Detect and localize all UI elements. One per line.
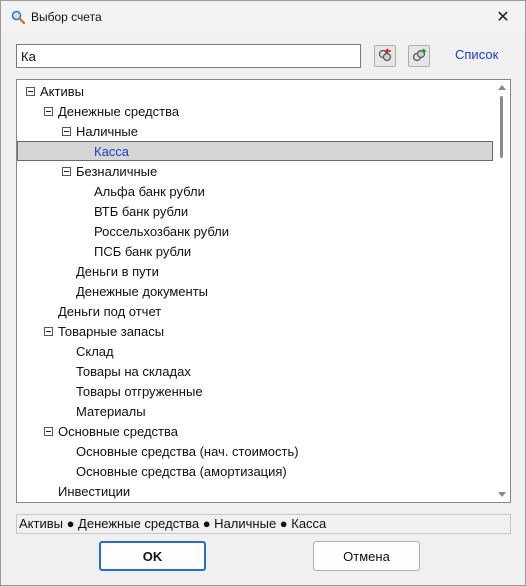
account-tree: Активы Денежные средства Наличные Касса Безн… — [16, 79, 511, 503]
scroll-thumb[interactable] — [500, 96, 503, 158]
tree-item[interactable]: Деньги под отчет — [17, 302, 493, 322]
tree-item-label: Россельхозбанк рубли — [94, 224, 230, 239]
tree-item[interactable]: Основные средства — [17, 422, 493, 442]
magnifier-icon — [11, 10, 26, 25]
tree-item[interactable]: Склад — [17, 342, 493, 362]
selected-path: Активы ● Денежные средства ● Наличные ● … — [16, 514, 511, 534]
find-previous-button[interactable] — [374, 45, 396, 67]
scroll-down-arrow-icon[interactable] — [498, 492, 506, 497]
tree-item[interactable]: ВТБ банк рубли — [17, 202, 493, 222]
tree-item-label: Основные средства (амортизация) — [76, 464, 287, 479]
tree-item[interactable]: Активы — [17, 82, 493, 102]
tree-item-label: Склад — [76, 344, 114, 359]
tree-item[interactable]: Наличные — [17, 122, 493, 142]
tree-item[interactable]: Безналичные — [17, 162, 493, 182]
tree-item[interactable]: Касса — [17, 141, 493, 161]
tree-item-label: Безналичные — [76, 164, 158, 179]
tree-item[interactable]: Россельхозбанк рубли — [17, 222, 493, 242]
tree-item[interactable]: Основные средства (амортизация) — [17, 462, 493, 482]
collapse-toggle-icon[interactable] — [62, 127, 71, 136]
tree-item-label: ПСБ банк рубли — [94, 244, 192, 259]
tree-item[interactable]: Денежные документы — [17, 282, 493, 302]
tree-item-label: Касса — [94, 144, 130, 159]
collapse-toggle-icon[interactable] — [44, 107, 53, 116]
tree-item[interactable]: Альфа банк рубли — [17, 182, 493, 202]
cancel-button[interactable]: Отмена — [313, 541, 420, 571]
tree-item[interactable]: Деньги в пути — [17, 262, 493, 282]
tree-item[interactable]: Денежные средства — [17, 102, 493, 122]
close-button[interactable]: ✕ — [481, 1, 525, 32]
tree-item-label: Денежные средства — [58, 104, 180, 119]
tree-item-label: Товарные запасы — [58, 324, 165, 339]
tree-item[interactable]: Товары на складах — [17, 362, 493, 382]
account-picker-dialog: Выбор счета ✕ Список Активы Денежные сред… — [0, 0, 526, 586]
tree-item-label: Основные средства — [58, 424, 178, 439]
list-link[interactable]: Список — [455, 47, 498, 62]
scroll-up-arrow-icon[interactable] — [498, 85, 506, 90]
find-previous-icon — [377, 47, 393, 66]
collapse-toggle-icon[interactable] — [44, 327, 53, 336]
close-icon: ✕ — [496, 8, 510, 26]
tree-item-label: Товары на складах — [76, 364, 191, 379]
title-bar: Выбор счета ✕ — [1, 1, 525, 32]
tree-item[interactable]: Инвестиции — [17, 482, 493, 502]
ok-button[interactable]: OK — [99, 541, 206, 571]
vertical-scrollbar[interactable] — [494, 80, 510, 502]
tree-item-label: Активы — [40, 84, 84, 99]
tree-item[interactable]: Товарные запасы — [17, 322, 493, 342]
tree-item-label: Наличные — [76, 124, 138, 139]
tree-item[interactable]: Основные средства (нач. стоимость) — [17, 442, 493, 462]
tree-item-label: Инвестиции — [58, 484, 131, 499]
tree-item-label: ВТБ банк рубли — [94, 204, 189, 219]
collapse-toggle-icon[interactable] — [44, 427, 53, 436]
tree-item-label: Товары отгруженные — [76, 384, 203, 399]
tree-item-label: Материалы — [76, 404, 146, 419]
tree-item-label: Деньги под отчет — [58, 304, 162, 319]
search-input[interactable] — [16, 44, 361, 68]
tree-item-label: Основные средства (нач. стоимость) — [76, 444, 299, 459]
tree-item-label: Денежные документы — [76, 284, 209, 299]
collapse-toggle-icon[interactable] — [62, 167, 71, 176]
tree-item[interactable]: ПСБ банк рубли — [17, 242, 493, 262]
tree-item-label: Альфа банк рубли — [94, 184, 205, 199]
find-next-icon — [411, 47, 427, 66]
tree-item-label: Деньги в пути — [76, 264, 159, 279]
tree-item[interactable]: Товары отгруженные — [17, 382, 493, 402]
find-next-button[interactable] — [408, 45, 430, 67]
tree-item[interactable]: Материалы — [17, 402, 493, 422]
window-title: Выбор счета — [31, 10, 102, 24]
collapse-toggle-icon[interactable] — [26, 87, 35, 96]
